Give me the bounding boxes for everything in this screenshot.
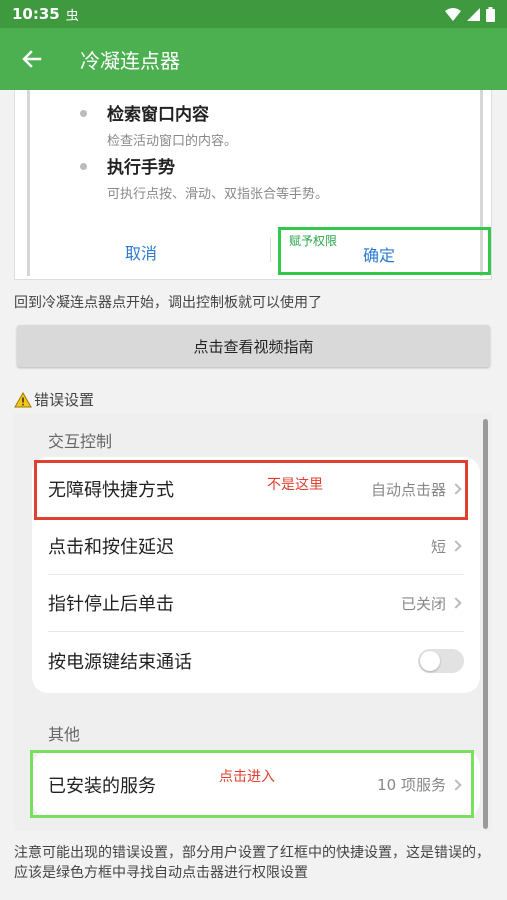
bullet-icon bbox=[80, 163, 87, 170]
cancel-button[interactable]: 取消 bbox=[125, 240, 157, 264]
bottom-tip: 注意可能出现的错误设置，部分用户设置了红框中的快捷设置，这是错误的，应该是绿色方… bbox=[14, 845, 490, 881]
permission-item: 执行手势 可执行点按、滑动、双指张合等手势。 bbox=[80, 153, 328, 202]
back-arrow-icon bbox=[22, 50, 42, 68]
warning-icon bbox=[14, 391, 32, 407]
chevron-right-icon bbox=[450, 597, 462, 609]
back-button[interactable] bbox=[0, 28, 64, 90]
start-tip: 回到冷凝连点器点开始，调出控制板就可以使用了 bbox=[14, 295, 322, 311]
row-label: 点击和按住延迟 bbox=[48, 537, 174, 558]
permission-title: 执行手势 bbox=[107, 158, 175, 178]
dialog-body: 检索窗口内容 检查活动窗口的内容。 执行手势 可执行点按、滑动、双指张合等手势。… bbox=[27, 90, 491, 276]
notification-icon: 虫 bbox=[65, 8, 79, 24]
row-power-ends-call[interactable]: 按电源键结束通话 bbox=[48, 632, 464, 689]
scrollbar bbox=[483, 419, 488, 829]
row-label: 按电源键结束通话 bbox=[48, 651, 192, 673]
row-value: 短 bbox=[431, 536, 464, 557]
video-guide-button[interactable]: 点击查看视频指南 bbox=[17, 325, 490, 367]
wrong-setting-note: 不是这里 bbox=[267, 477, 323, 493]
status-icons bbox=[445, 6, 495, 22]
warning-heading: 错误设置 bbox=[14, 389, 94, 410]
row-label: 指针停止后单击 bbox=[48, 594, 174, 615]
app-bar: 冷凝连点器 bbox=[0, 28, 507, 90]
correct-setting-note: 点击进入 bbox=[219, 769, 275, 785]
row-touch-hold-delay[interactable]: 点击和按住延迟 短 bbox=[48, 518, 464, 575]
button-divider bbox=[270, 238, 271, 262]
confirm-highlight-box[interactable]: 赋予权限 确定 bbox=[278, 227, 491, 275]
power-ends-call-toggle[interactable] bbox=[418, 648, 464, 673]
section-title-interaction: 交互控制 bbox=[48, 432, 113, 451]
bullet-icon bbox=[80, 110, 87, 117]
settings-screenshot: 交互控制 无障碍快捷方式 自动点击器 点击和按住延迟 短 指针停止后单击 已关闭… bbox=[14, 413, 492, 831]
battery-icon bbox=[486, 6, 495, 22]
section-title-other: 其他 bbox=[48, 725, 81, 744]
warning-title: 错误设置 bbox=[34, 391, 95, 409]
toggle-knob bbox=[420, 650, 440, 671]
wifi-icon bbox=[445, 7, 461, 21]
app-title: 冷凝连点器 bbox=[80, 48, 180, 73]
confirm-button[interactable]: 确定 bbox=[363, 242, 395, 266]
permission-item: 检索窗口内容 检查活动窗口的内容。 bbox=[80, 100, 237, 149]
chevron-right-icon bbox=[450, 540, 462, 552]
wrong-setting-red-box bbox=[34, 460, 468, 520]
status-time: 10:35 bbox=[12, 5, 60, 23]
row-value-text: 短 bbox=[430, 537, 446, 556]
permission-dialog-screenshot: 检索窗口内容 检查活动窗口的内容。 执行手势 可执行点按、滑动、双指张合等手势。… bbox=[14, 90, 492, 280]
permission-title: 检索窗口内容 bbox=[107, 105, 209, 125]
grant-permission-note: 赋予权限 bbox=[289, 234, 338, 248]
row-dwell-click[interactable]: 指针停止后单击 已关闭 bbox=[48, 575, 464, 632]
permission-desc: 可执行点按、滑动、双指张合等手势。 bbox=[107, 187, 329, 202]
permission-desc: 检查活动窗口的内容。 bbox=[107, 134, 238, 149]
status-bar: 10:35 虫 bbox=[0, 0, 507, 28]
signal-icon bbox=[467, 7, 480, 21]
row-value-text: 已关闭 bbox=[400, 594, 446, 613]
row-value: 已关闭 bbox=[401, 593, 464, 614]
